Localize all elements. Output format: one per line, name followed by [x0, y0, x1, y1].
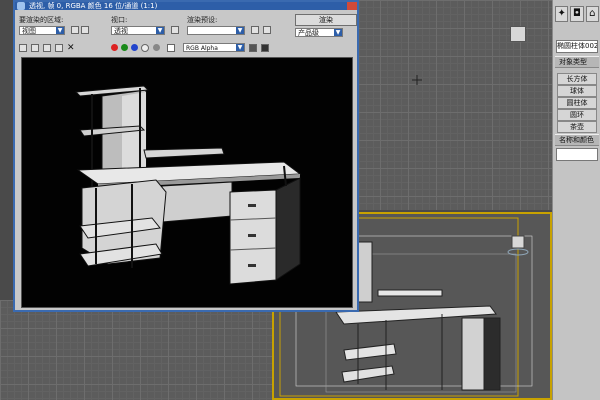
render-window-titlebar: 透视, 帧 0, RGBA 颜色 16 位/通道 (1:1) [15, 2, 357, 10]
primitive-button-box[interactable]: 长方体 [557, 73, 597, 85]
chevron-down-icon: ▼ [156, 27, 164, 34]
channel-value: RGB Alpha [186, 45, 218, 52]
primitive-button-cylinder[interactable]: 圆柱体 [557, 97, 597, 109]
app-icon [17, 2, 25, 10]
primitive-button-torus[interactable]: 圆环 [557, 109, 597, 121]
rendered-image [21, 57, 353, 308]
object-color-field[interactable] [556, 148, 598, 161]
window-title: 透视, 帧 0, RGBA 颜色 16 位/通道 (1:1) [29, 2, 158, 10]
render-button[interactable]: 渲染 [295, 14, 357, 26]
hierarchy-tab-icon[interactable]: ⌂ [585, 6, 599, 22]
toggle-overlay-icon[interactable] [261, 44, 269, 52]
production-dropdown[interactable]: 产品级 ▼ [295, 28, 343, 37]
create-tab-icon[interactable]: ✦ [555, 6, 569, 22]
left-viewport[interactable] [0, 300, 272, 400]
chevron-down-icon: ▼ [236, 44, 244, 51]
area-dropdown[interactable]: 视图 ▼ [19, 26, 65, 35]
clear-icon[interactable]: ✕ [67, 43, 75, 53]
environment-icon[interactable] [263, 26, 271, 34]
color-swatch[interactable] [167, 44, 175, 52]
render-toolbar: ✕ RGB Alpha ▼ [19, 42, 353, 54]
green-channel-toggle[interactable] [121, 44, 128, 51]
chevron-down-icon: ▼ [236, 27, 244, 34]
blue-channel-toggle[interactable] [131, 44, 138, 51]
print-image-icon[interactable] [55, 44, 63, 52]
alpha-channel-toggle[interactable] [141, 44, 149, 52]
viewport-dropdown[interactable]: 透视 ▼ [111, 26, 165, 35]
auto-region-icon[interactable] [81, 26, 89, 34]
object-name-field[interactable]: 椭圆柱体002 [556, 40, 598, 53]
viewport-label: 视口: [111, 16, 128, 24]
copy-image-icon[interactable] [31, 44, 39, 52]
viewcube-icon[interactable] [510, 26, 526, 42]
render-options: 要渲染的区域: 视图 ▼ 视口: 透视 ▼ 渲染预设: ▼ 渲染 产品级 ▼ [19, 14, 357, 40]
area-label: 要渲染的区域: [19, 16, 64, 24]
viewport-grid [0, 300, 272, 400]
preset-label: 渲染预设: [187, 16, 218, 24]
name-color-rollout[interactable]: 名称和颜色 [555, 134, 599, 146]
primitive-button-teapot[interactable]: 茶壶 [557, 121, 597, 133]
save-image-icon[interactable] [19, 44, 27, 52]
desk-model [335, 241, 501, 391]
top-viewport[interactable] [352, 0, 552, 210]
mono-channel-toggle[interactable] [153, 44, 160, 51]
command-panel: ✦ ◘ ⌂ 椭圆柱体002 对象类型 长方体 球体 圆柱体 圆环 茶壶 名称和颜… [552, 0, 600, 400]
chevron-down-icon: ▼ [56, 27, 64, 34]
red-channel-toggle[interactable] [111, 44, 118, 51]
chevron-down-icon: ▼ [334, 29, 342, 36]
primitive-button-sphere[interactable]: 球体 [557, 85, 597, 97]
area-value: 视图 [22, 27, 36, 35]
channel-display-dropdown[interactable]: RGB Alpha ▼ [183, 43, 245, 52]
clone-window-icon[interactable] [43, 44, 51, 52]
production-value: 产品级 [298, 29, 319, 37]
lock-icon[interactable] [171, 26, 179, 34]
object-type-rollout[interactable]: 对象类型 [555, 56, 599, 68]
rendered-desk-image [74, 85, 302, 285]
render-setup-icon[interactable] [251, 26, 259, 34]
edit-region-icon[interactable] [71, 26, 79, 34]
toggle-ui-icon[interactable] [249, 44, 257, 52]
viewport-value: 透视 [114, 27, 128, 35]
preset-dropdown[interactable]: ▼ [187, 26, 245, 35]
modify-tab-icon[interactable]: ◘ [570, 6, 584, 22]
close-window-button[interactable] [347, 2, 357, 10]
rendered-frame-window: 透视, 帧 0, RGBA 颜色 16 位/通道 (1:1) 要渲染的区域: 视… [13, 0, 359, 312]
command-panel-tabs: ✦ ◘ ⌂ [555, 6, 599, 22]
